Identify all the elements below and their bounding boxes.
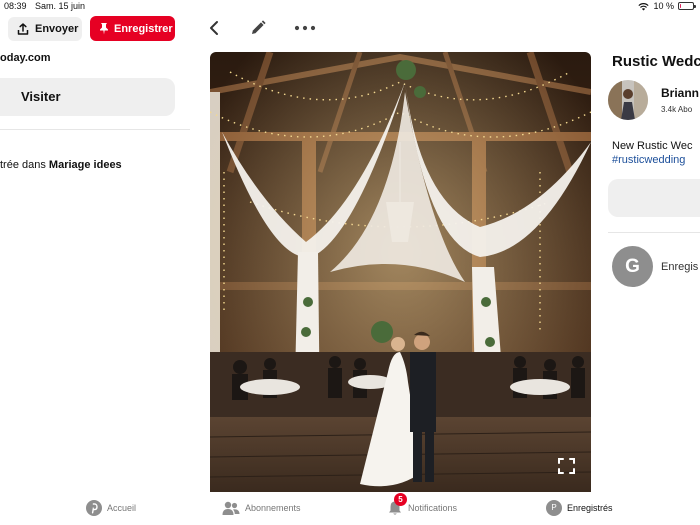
send-button[interactable]: Envoyer [8,17,82,41]
follow-button[interactable] [608,179,700,217]
pin-image[interactable] [210,52,591,492]
saved-in-board[interactable]: trée dans Mariage idees [0,159,122,171]
wifi-icon [638,2,650,11]
pin-title: Rustic Wedc [612,53,700,70]
tab-notifications-label: Notifications [408,503,458,513]
status-date: Sam. 15 juin [35,1,86,11]
tab-subscriptions[interactable]: Abonnements [222,500,301,516]
expand-icon[interactable] [557,457,576,475]
pin-icon [100,23,108,35]
creator-name[interactable]: Briann [661,86,699,100]
save-button[interactable]: Enregistrer [90,16,175,41]
back-arrow-icon[interactable] [206,19,222,37]
pin-photo [210,52,591,492]
divider [0,129,190,130]
bottom-tab-bar: Accueil Abonnements Notifications P Enre… [0,492,700,525]
pin-description: New Rustic Wec [612,140,693,152]
saver-avatar[interactable]: G [612,246,653,287]
saved-in-prefix: trée dans [0,159,49,171]
battery-icon [678,2,696,10]
source-domain[interactable]: oday.com [0,52,51,64]
pin-hashtag-link[interactable]: #rusticwedding [612,154,685,166]
share-icon [17,23,29,35]
save-label: Enregistrer [114,22,173,35]
tab-home-label: Accueil [107,503,137,513]
pencil-icon[interactable] [249,19,267,37]
status-right: 10 % [638,1,696,11]
status-time: 08:39 [4,1,27,11]
battery-level [680,4,681,8]
saver-activity-text: Enregis [661,261,699,273]
board-name: Mariage idees [48,159,122,171]
visit-button[interactable]: Visiter [0,78,175,116]
more-dots-icon[interactable] [293,21,317,35]
send-label: Envoyer [35,23,79,35]
pinterest-logo-icon [86,500,102,516]
tab-subscriptions-label: Abonnements [245,503,301,513]
creator-followers: 3.4k Abo [661,105,693,114]
people-icon [222,501,240,515]
tab-saved[interactable]: P Enregistrés [546,500,613,516]
profile-avatar: P [546,500,562,516]
tab-saved-label: Enregistrés [567,503,613,513]
divider [608,232,700,233]
creator-avatar-image [608,80,648,120]
notification-count-badge: 5 [394,493,407,506]
tab-home[interactable]: Accueil [86,500,136,516]
status-bar: 08:39 Sam. 15 juin 10 % [0,0,700,14]
creator-avatar[interactable] [608,80,648,120]
battery-percent: 10 % [653,1,674,11]
